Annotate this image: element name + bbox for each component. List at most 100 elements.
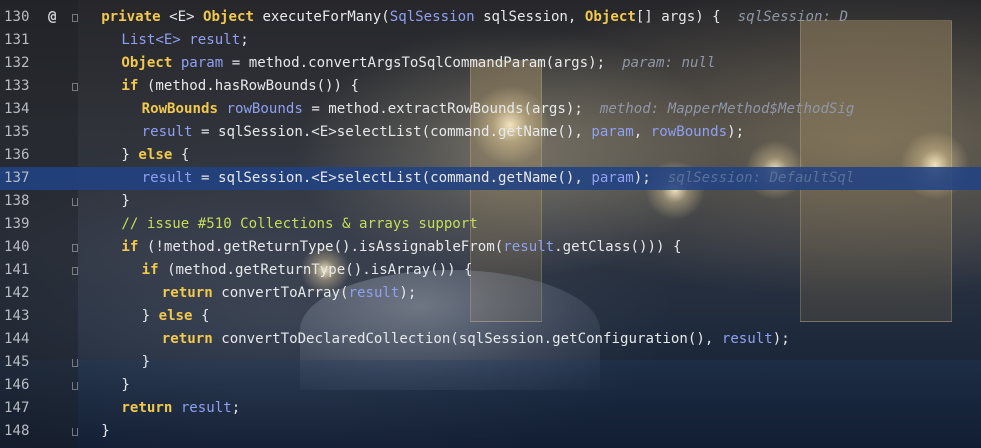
line-number[interactable]: 143	[4, 305, 38, 328]
code-text[interactable]: return convertToArray(result);	[162, 282, 417, 305]
code-token: else	[138, 147, 173, 163]
code-token: executeForMany(	[253, 9, 390, 25]
line-number[interactable]: 135	[4, 121, 38, 144]
code-token: [] args) {	[635, 9, 738, 25]
code-token: result	[141, 170, 193, 186]
code-text[interactable]: Object param = method.convertArgsToSqlCo…	[121, 52, 715, 75]
code-token: rowBounds	[650, 124, 728, 140]
code-token: ,	[633, 124, 651, 140]
code-line[interactable]: 130 @ private <E> Object executeForMany(Sq…	[0, 6, 981, 29]
code-line[interactable]: 145}	[0, 351, 981, 374]
code-token: rowBounds	[226, 101, 303, 117]
code-token: = method.convertArgsToSqlCommandParam(ar…	[223, 55, 623, 71]
fold-open-icon[interactable]	[72, 83, 78, 91]
code-text[interactable]: result = sqlSession.<E>selectList(comman…	[142, 121, 745, 144]
code-text[interactable]: return result;	[121, 397, 240, 420]
code-token: result	[721, 331, 773, 347]
code-comment: // issue #510 Collections & arrays suppo…	[121, 216, 478, 232]
code-token: {	[172, 147, 190, 163]
code-token: (method.getReturnType().isArray()) {	[158, 262, 473, 278]
code-line[interactable]: 146}	[0, 374, 981, 397]
code-token: SqlSession	[389, 9, 475, 25]
code-line[interactable]: 132 Object param = method.convertArgsToSq…	[0, 52, 981, 75]
code-token: return	[161, 331, 213, 347]
code-text[interactable]: } else {	[121, 144, 189, 167]
fold-close-icon[interactable]	[72, 198, 78, 206]
line-number[interactable]: 136	[4, 144, 38, 167]
code-line[interactable]: 138}	[0, 190, 981, 213]
code-line[interactable]: 137 result = sqlSession.<E>selectList(com…	[0, 167, 981, 190]
fold-close-icon[interactable]	[72, 382, 78, 390]
code-text[interactable]: }	[101, 420, 110, 443]
code-token: result	[503, 239, 555, 255]
code-token: );	[727, 124, 745, 140]
code-line[interactable]: 142 return convertToArray(result);	[0, 282, 981, 305]
code-token: (!method.getReturnType().isAssignableFro…	[138, 239, 504, 255]
code-line[interactable]: 147 return result;	[0, 397, 981, 420]
code-line[interactable]: 136 } else {	[0, 144, 981, 167]
code-line[interactable]: 135 result = sqlSession.<E>selectList(com…	[0, 121, 981, 144]
code-line[interactable]: 133 if (method.hasRowBounds()) {	[0, 75, 981, 98]
code-text[interactable]: result = sqlSession.<E>selectList(comman…	[142, 167, 855, 190]
code-text[interactable]: if (method.getReturnType().isArray()) {	[142, 259, 473, 282]
code-token: if	[121, 78, 139, 94]
code-text[interactable]: }	[121, 374, 130, 397]
line-number[interactable]: 137	[4, 167, 38, 190]
line-number[interactable]: 148	[4, 420, 38, 443]
code-token: }	[121, 377, 130, 393]
line-number[interactable]: 144	[4, 328, 38, 351]
code-token: convertToDeclaredCollection(sqlSession.g…	[212, 331, 722, 347]
code-text[interactable]: List<E> result;	[121, 29, 248, 52]
fold-open-icon[interactable]	[72, 244, 78, 252]
fold-open-icon[interactable]	[72, 267, 78, 275]
code-token: }	[121, 193, 130, 209]
line-number[interactable]: 146	[4, 374, 38, 397]
code-token: Object	[121, 55, 173, 71]
line-number[interactable]: 132	[4, 52, 38, 75]
code-text[interactable]: } else {	[142, 305, 210, 328]
fold-close-icon[interactable]	[72, 428, 78, 436]
line-number[interactable]: 130	[4, 6, 38, 29]
code-token: List<E>	[121, 32, 181, 48]
code-text[interactable]: return convertToDeclaredCollection(sqlSe…	[162, 328, 790, 351]
code-line[interactable]: 139 // issue #510 Collections & arrays su…	[0, 213, 981, 236]
code-token: );	[772, 331, 790, 347]
code-token: ;	[240, 32, 249, 48]
code-line[interactable]: 131 List<E> result;	[0, 29, 981, 52]
line-number[interactable]: 133	[4, 75, 38, 98]
code-line[interactable]: 141 if (method.getReturnType().isArray())…	[0, 259, 981, 282]
line-number[interactable]: 134	[4, 98, 38, 121]
code-line[interactable]: 134 RowBounds rowBounds = method.extractR…	[0, 98, 981, 121]
inline-debug-value: method: MapperMethod$MethodSig	[599, 101, 855, 117]
fold-open-icon[interactable]	[72, 14, 78, 22]
line-number[interactable]: 139	[4, 213, 38, 236]
code-line[interactable]: 140 if (!method.getReturnType().isAssigna…	[0, 236, 981, 259]
code-token: }	[141, 308, 159, 324]
code-text[interactable]: if (method.hasRowBounds()) {	[121, 75, 359, 98]
code-text[interactable]: RowBounds rowBounds = method.extractRowB…	[142, 98, 855, 121]
line-number[interactable]: 141	[4, 259, 38, 282]
fold-close-icon[interactable]	[72, 359, 78, 367]
code-text[interactable]: if (!method.getReturnType().isAssignable…	[121, 236, 681, 259]
code-line[interactable]: 144 return convertToDeclaredCollection(sq…	[0, 328, 981, 351]
code-editor[interactable]: 130 @ private <E> Object executeForMany(Sq…	[0, 0, 981, 448]
code-text[interactable]: private <E> Object executeForMany(SqlSes…	[101, 6, 848, 29]
code-token: = sqlSession.<E>selectList(command.getNa…	[192, 124, 592, 140]
line-number[interactable]: 147	[4, 397, 38, 420]
line-number[interactable]: 145	[4, 351, 38, 374]
code-token: = method.extractRowBounds(args);	[302, 101, 600, 117]
line-number[interactable]: 131	[4, 29, 38, 52]
line-number[interactable]: 140	[4, 236, 38, 259]
line-number[interactable]: 142	[4, 282, 38, 305]
code-token: }	[101, 423, 110, 439]
code-token: RowBounds	[141, 101, 218, 117]
code-line[interactable]: 143 } else {	[0, 305, 981, 328]
line-number[interactable]: 138	[4, 190, 38, 213]
code-token: = sqlSession.<E>selectList(command.getNa…	[192, 170, 592, 186]
code-text[interactable]: }	[142, 351, 151, 374]
code-text[interactable]: }	[121, 190, 130, 213]
code-token: }	[141, 354, 151, 370]
code-line[interactable]: 148}	[0, 420, 981, 443]
code-text[interactable]: // issue #510 Collections & arrays suppo…	[121, 213, 477, 236]
override-marker-icon[interactable]: @	[48, 6, 57, 29]
